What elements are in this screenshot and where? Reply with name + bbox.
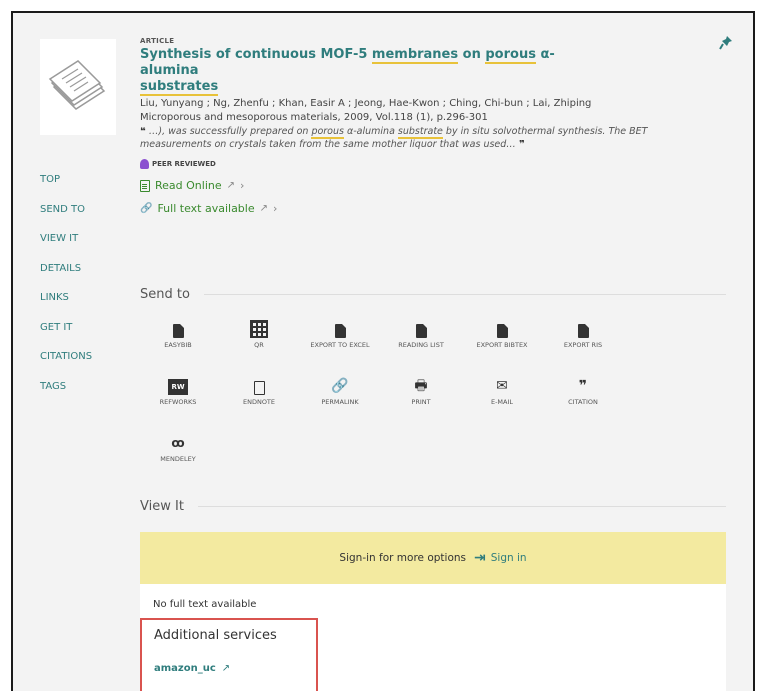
excel-icon xyxy=(334,324,346,338)
record-authors: Liu, Yunyang ; Ng, Zhenfu ; Khan, Easir … xyxy=(140,98,592,109)
view-it-panel: No full text available Additional servic… xyxy=(140,584,726,691)
refworks-icon: RW xyxy=(168,379,188,395)
close-quote-icon: ❞ xyxy=(515,139,525,150)
view-it-heading: View It xyxy=(140,499,726,514)
peer-reviewed-icon xyxy=(140,159,149,169)
nav-view-it[interactable]: VIEW IT xyxy=(40,232,120,262)
document-stack-icon xyxy=(48,60,106,110)
section-nav: TOP SEND TO VIEW IT DETAILS LINKS GET IT… xyxy=(40,173,120,409)
qr-code-icon xyxy=(250,320,268,338)
signin-button[interactable]: ⇥ Sign in xyxy=(474,550,527,566)
record-brief: Article Synthesis of continuous MOF-5 me… xyxy=(140,37,720,215)
open-quote-icon: ❝ xyxy=(140,126,149,137)
export-excel-button[interactable]: EXPORT TO EXCEL xyxy=(302,318,378,362)
external-link-icon: ↗ xyxy=(259,203,269,214)
easybib-button[interactable]: EASYBIB xyxy=(140,318,216,362)
endnote-icon xyxy=(253,381,265,395)
additional-services-box: Additional services amazon_uc ↗ xyxy=(140,618,318,691)
refworks-button[interactable]: RW REFWORKS xyxy=(140,375,216,419)
reading-list-icon xyxy=(415,324,427,338)
export-bibtex-button[interactable]: EXPORT BIBTEX xyxy=(464,318,540,362)
peer-reviewed-badge: PEER REVIEWED xyxy=(140,159,720,169)
pin-icon[interactable] xyxy=(719,35,733,51)
printer-icon: 🖶 xyxy=(414,378,428,394)
record-thumbnail xyxy=(40,39,116,135)
quote-icon: ❞ xyxy=(578,378,588,394)
link-icon: 🔗 xyxy=(140,203,153,214)
easybib-icon xyxy=(172,324,184,338)
email-button[interactable]: ✉ E-MAIL xyxy=(464,375,540,419)
record-full-view: Article Synthesis of continuous MOF-5 me… xyxy=(11,11,755,691)
nav-send-to[interactable]: SEND TO xyxy=(40,203,120,233)
nav-tags[interactable]: TAGS xyxy=(40,380,120,410)
mendeley-icon: ꝏ xyxy=(171,436,185,450)
nav-top[interactable]: TOP xyxy=(40,173,120,203)
sign-in-icon: ⇥ xyxy=(474,550,486,566)
resource-type: Article xyxy=(140,37,175,45)
additional-services-heading: Additional services xyxy=(154,628,277,643)
mendeley-button[interactable]: ꝏ MENDELEY xyxy=(140,432,216,476)
reading-list-button[interactable]: READING LIST xyxy=(383,318,459,362)
nav-citations[interactable]: CITATIONS xyxy=(40,350,120,380)
record-title[interactable]: Synthesis of continuous MOF-5 membranes … xyxy=(140,47,560,96)
external-link-icon: ↗ xyxy=(221,663,231,674)
signin-prompt: Sign-in for more options xyxy=(339,552,467,564)
envelope-icon: ✉ xyxy=(496,378,508,394)
qr-button[interactable]: QR xyxy=(221,318,297,362)
nav-links[interactable]: LINKS xyxy=(40,291,120,321)
ris-icon xyxy=(577,324,589,338)
permalink-button[interactable]: 🔗 PERMALINK xyxy=(302,375,378,419)
citation-button[interactable]: ❞ CITATION xyxy=(545,375,621,419)
signin-banner: Sign-in for more options ⇥ Sign in xyxy=(140,532,726,584)
link-icon: 🔗 xyxy=(331,378,349,394)
record-snippet: ❝ …), was successfully prepared on porou… xyxy=(140,126,648,150)
send-to-heading: Send to xyxy=(140,287,726,302)
document-icon xyxy=(140,179,150,192)
nav-get-it[interactable]: GET IT xyxy=(40,321,120,351)
export-ris-button[interactable]: EXPORT RIS xyxy=(545,318,621,362)
amazon-link[interactable]: amazon_uc ↗ xyxy=(154,663,230,674)
record-source: Microporous and mesoporous materials, 20… xyxy=(140,112,488,123)
no-full-text-message: No full text available xyxy=(153,599,257,610)
nav-details[interactable]: DETAILS xyxy=(40,262,120,292)
external-link-icon: ↗ xyxy=(226,180,236,191)
full-text-link[interactable]: 🔗 Full text available ↗ › xyxy=(140,202,720,215)
read-online-link[interactable]: Read Online ↗ › xyxy=(140,179,720,192)
endnote-button[interactable]: ENDNOTE xyxy=(221,375,297,419)
chevron-right-icon: › xyxy=(273,202,278,215)
bibtex-icon xyxy=(496,324,508,338)
chevron-right-icon: › xyxy=(240,179,245,192)
print-button[interactable]: 🖶 PRINT xyxy=(383,375,459,419)
